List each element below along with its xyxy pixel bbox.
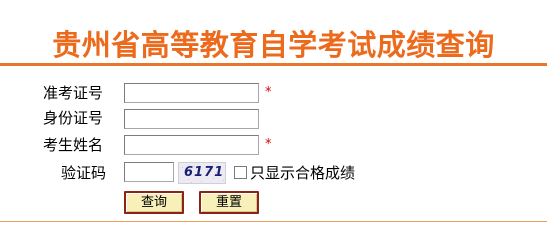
captcha-image[interactable]: 6171 bbox=[178, 162, 226, 184]
captcha-code: 6171 bbox=[184, 165, 225, 180]
candidate-name-input[interactable] bbox=[124, 135, 259, 155]
admission-number-required-mark: * bbox=[265, 85, 272, 100]
id-number-label: 身份证号 bbox=[43, 109, 104, 127]
captcha-input[interactable] bbox=[124, 162, 174, 182]
query-button[interactable]: 查询 bbox=[124, 191, 184, 214]
passed-only-checkbox[interactable] bbox=[234, 166, 247, 179]
admission-number-label: 准考证号 bbox=[43, 84, 104, 102]
captcha-label: 验证码 bbox=[61, 164, 107, 182]
bottom-divider bbox=[0, 221, 547, 222]
page-title: 贵州省高等教育自学考试成绩查询 bbox=[52, 28, 495, 62]
id-number-input[interactable] bbox=[124, 109, 259, 129]
candidate-name-required-mark: * bbox=[265, 137, 272, 152]
candidate-name-label: 考生姓名 bbox=[43, 136, 104, 154]
passed-only-label[interactable]: 只显示合格成绩 bbox=[250, 164, 355, 182]
title-divider bbox=[0, 63, 547, 66]
reset-button[interactable]: 重置 bbox=[199, 191, 259, 214]
admission-number-input[interactable] bbox=[124, 83, 259, 103]
